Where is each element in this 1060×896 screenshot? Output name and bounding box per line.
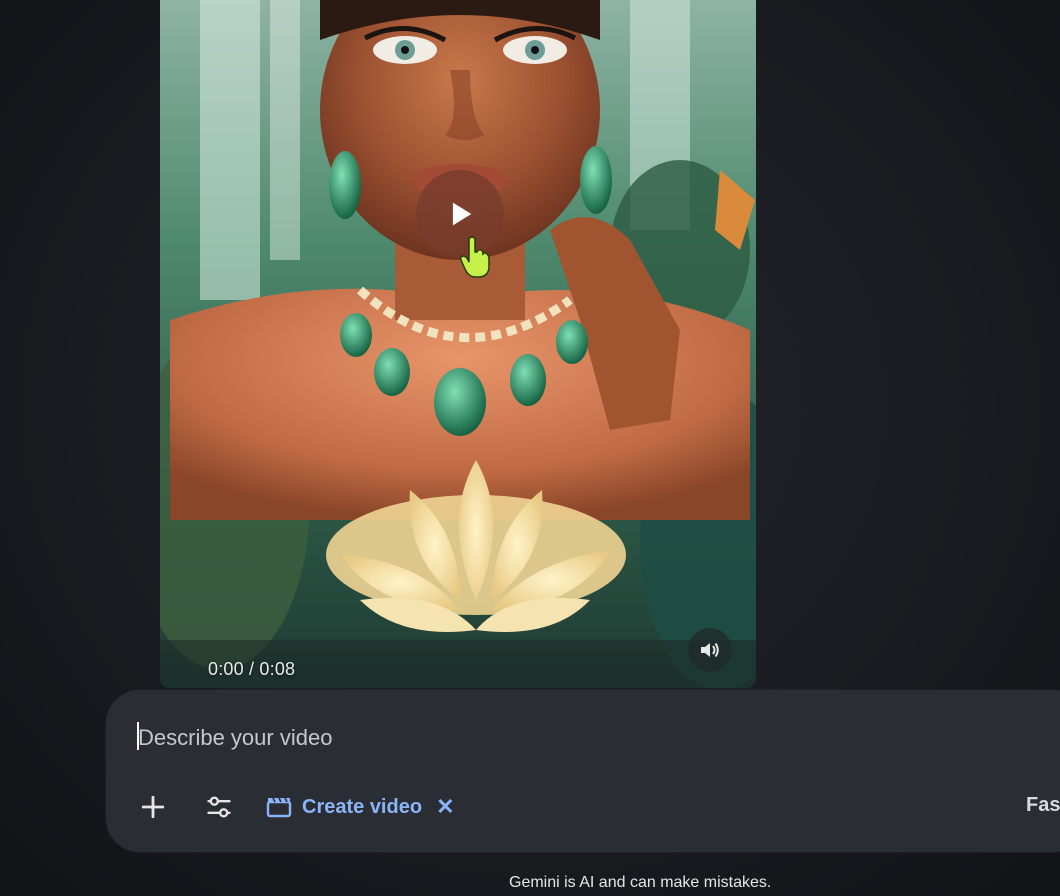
video-frame (160, 0, 756, 688)
volume-icon (701, 642, 719, 658)
text-caret (137, 722, 139, 750)
create-video-label: Create video (302, 795, 423, 818)
screen: 0:00 / 0:08 Describe your video Create v… (0, 0, 1060, 896)
prompt-toolbar: Create video ✕ (136, 790, 455, 824)
hand-pointer-icon (460, 236, 490, 278)
play-icon (452, 202, 472, 226)
clapperboard-icon (266, 797, 292, 818)
plus-icon (141, 795, 165, 819)
volume-button[interactable] (688, 628, 732, 672)
prompt-box: Create video ✕ Fast (106, 690, 1060, 852)
chip-close-icon[interactable]: ✕ (436, 796, 454, 818)
time-readout: 0:00 / 0:08 (208, 659, 296, 679)
video-player[interactable]: 0:00 / 0:08 (160, 0, 756, 688)
mode-selector[interactable]: Fast (1026, 794, 1060, 817)
create-video-chip[interactable]: Create video (266, 796, 422, 819)
disclaimer-text: Gemini is AI and can make mistakes. (509, 874, 772, 891)
add-button[interactable] (136, 790, 170, 824)
prompt-input[interactable] (136, 720, 1000, 756)
sliders-icon (207, 796, 231, 818)
tools-button[interactable] (202, 790, 236, 824)
